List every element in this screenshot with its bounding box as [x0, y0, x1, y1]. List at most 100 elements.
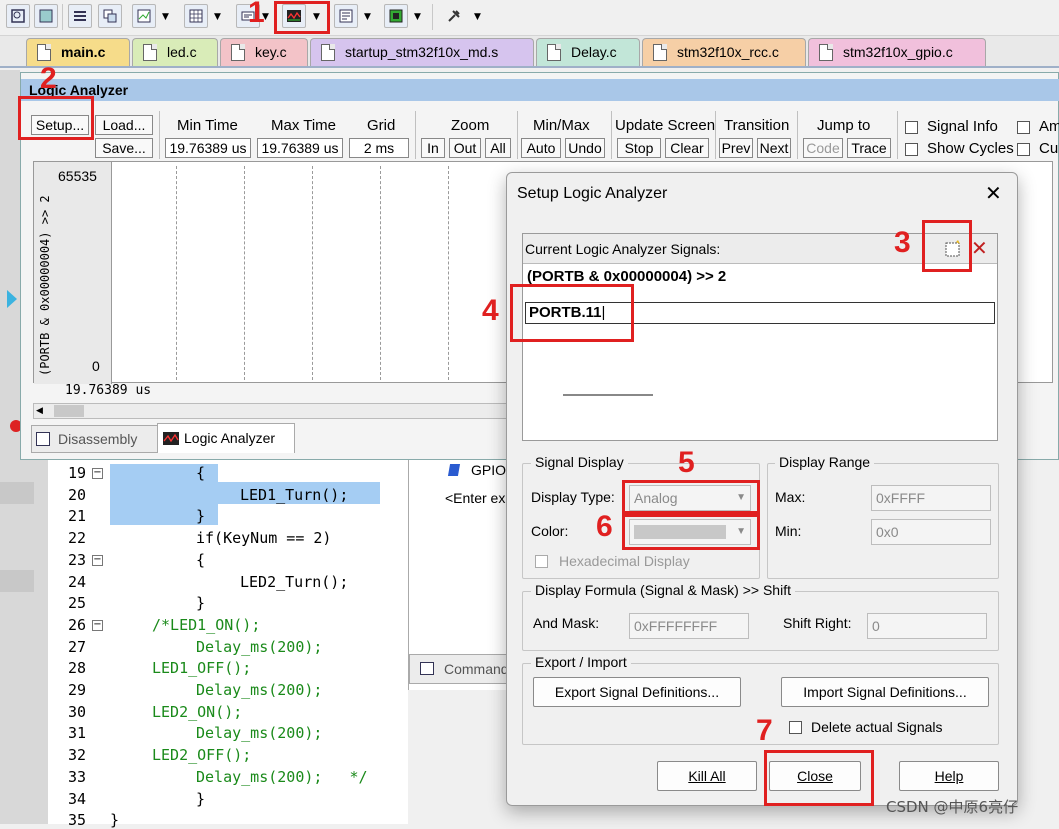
line-number: 34	[67, 789, 86, 808]
trace-button[interactable]: Trace	[847, 138, 891, 158]
tab-command[interactable]: Command	[409, 654, 511, 684]
code-button[interactable]: Code	[803, 138, 843, 158]
fold-toggle-icon[interactable]: −	[92, 468, 103, 479]
chevron-down-icon[interactable]: ▼	[162, 12, 169, 22]
tab-key-c[interactable]: key.c	[220, 38, 308, 66]
min-time-value: 19.76389 us	[165, 138, 251, 158]
line-number: 26	[67, 615, 86, 634]
enter-expression-item[interactable]: <Enter ex	[445, 490, 505, 506]
call-stack-icon[interactable]	[98, 4, 122, 28]
trace-icon[interactable]	[334, 4, 358, 28]
signal-list-item[interactable]: (PORTB & 0x00000004) >> 2	[527, 268, 726, 285]
tab-label: key.c	[255, 44, 287, 60]
max-field[interactable]: 0xFFFF	[871, 485, 991, 511]
chevron-down-icon[interactable]: ▼	[414, 12, 421, 22]
delete-signal-icon[interactable]: ✕	[971, 236, 988, 260]
zoom-all-button[interactable]: All	[485, 138, 511, 158]
code-line: {	[196, 464, 206, 482]
load-button[interactable]: Load...	[95, 115, 153, 135]
file-icon	[143, 44, 157, 61]
horizontal-scrollbar[interactable]: ◀	[33, 403, 513, 419]
help-button[interactable]: Help	[899, 761, 999, 791]
memory-icon[interactable]	[184, 4, 208, 28]
fold-toggle-icon[interactable]: −	[92, 619, 103, 631]
window-icon[interactable]	[34, 4, 58, 28]
import-signals-button[interactable]: Import Signal Definitions...	[781, 677, 989, 707]
tab-logic-analyzer[interactable]: Logic Analyzer	[157, 423, 295, 453]
display-formula-legend: Display Formula (Signal & Mask) >> Shift	[531, 582, 795, 598]
grid-line	[448, 166, 449, 380]
tab-disassembly[interactable]: Disassembly	[31, 425, 159, 453]
amplitude-checkbox[interactable]	[1017, 121, 1030, 134]
scroll-left-icon[interactable]: ◀	[36, 406, 43, 416]
tools-icon[interactable]	[442, 4, 466, 28]
signal-name-panel: (PORTB & 0x00000004) >> 2 65535 0	[34, 162, 112, 384]
annotation-number: 6	[596, 510, 613, 543]
delete-actual-signals-checkbox[interactable]	[789, 721, 802, 734]
debug-icon[interactable]	[6, 4, 30, 28]
code-editor[interactable]: 19−{20 LED1_Turn(); 21} 22 if(KeyNum == 2) 23…	[0, 460, 408, 829]
close-icon[interactable]: ✕	[985, 181, 1002, 205]
watch-icon[interactable]	[132, 4, 156, 28]
min-field[interactable]: 0x0	[871, 519, 991, 545]
line-number: 25	[67, 594, 86, 613]
zoom-in-button[interactable]: In	[421, 138, 445, 158]
tab-label: Logic Analyzer	[184, 430, 276, 446]
stop-button[interactable]: Stop	[617, 138, 661, 158]
gutter-mark	[0, 482, 34, 504]
line-number: 29	[67, 681, 86, 699]
registers-icon[interactable]	[68, 4, 92, 28]
shift-right-label: Shift Right:	[783, 615, 852, 631]
list-scroll-hint	[563, 394, 653, 396]
chevron-down-icon[interactable]: ▼	[364, 12, 371, 22]
export-signals-button[interactable]: Export Signal Definitions...	[533, 677, 741, 707]
annotation-box-4	[510, 284, 634, 342]
tab-label: led.c	[167, 44, 197, 60]
clear-button[interactable]: Clear	[665, 138, 709, 158]
tab-label: Delay.c	[571, 44, 617, 60]
line-number: 24	[67, 572, 86, 591]
max-time-label: Max Time	[271, 117, 337, 134]
grid-line	[380, 166, 381, 380]
tab-delay-c[interactable]: Delay.c	[536, 38, 640, 66]
next-button[interactable]: Next	[757, 138, 791, 158]
annotation-box-6	[622, 514, 760, 550]
tab-rcc-c[interactable]: stm32f10x_rcc.c	[642, 38, 806, 66]
show-cycles-checkbox[interactable]	[905, 143, 918, 156]
gpio-item[interactable]: GPIO	[471, 462, 506, 478]
line-number: 32	[67, 746, 86, 765]
save-button[interactable]: Save...	[95, 138, 153, 158]
tab-startup-s[interactable]: startup_stm32f10x_md.s	[310, 38, 534, 66]
system-viewer-icon[interactable]	[384, 4, 408, 28]
file-icon	[321, 44, 335, 61]
shift-right-field[interactable]: 0	[867, 613, 987, 639]
annotation-box-5	[622, 480, 760, 514]
annotation-number: 4	[482, 294, 499, 327]
hexadecimal-checkbox[interactable]	[535, 555, 548, 568]
zoom-out-button[interactable]: Out	[449, 138, 481, 158]
kill-all-button[interactable]: Kill All	[657, 761, 757, 791]
cursor-checkbox[interactable]	[1017, 143, 1030, 156]
scroll-thumb[interactable]	[54, 405, 84, 417]
hexadecimal-label: Hexadecimal Display	[559, 553, 690, 569]
and-mask-field[interactable]: 0xFFFFFFFF	[629, 613, 749, 639]
disassembly-icon	[36, 432, 50, 446]
prev-button[interactable]: Prev	[719, 138, 753, 158]
code-line: /*LED1_ON();	[152, 615, 261, 634]
grid-value: 2 ms	[349, 138, 409, 158]
fold-toggle-icon[interactable]: −	[92, 554, 103, 566]
code-line: LED2_OFF();	[152, 746, 252, 765]
delete-actual-signals-label: Delete actual Signals	[811, 719, 943, 735]
annotation-box-7	[764, 750, 874, 806]
line-number: 33	[67, 767, 86, 786]
undo-button[interactable]: Undo	[565, 138, 605, 158]
signal-info-checkbox[interactable]	[905, 121, 918, 134]
tab-gpio-c[interactable]: stm32f10x_gpio.c	[808, 38, 986, 66]
logic-analyzer-title: Logic Analyzer	[21, 79, 1059, 101]
auto-button[interactable]: Auto	[521, 138, 561, 158]
tab-led-c[interactable]: led.c	[132, 38, 218, 66]
chevron-down-icon[interactable]: ▼	[214, 12, 221, 22]
watch-panel: GPIO <Enter ex Command	[408, 460, 511, 690]
chevron-down-icon[interactable]: ▼	[474, 12, 481, 22]
zoom-label: Zoom	[451, 117, 490, 134]
